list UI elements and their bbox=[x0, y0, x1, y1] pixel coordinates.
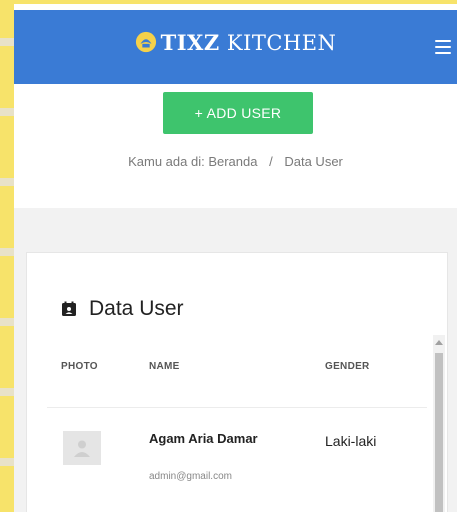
hamburger-menu-icon[interactable] bbox=[435, 40, 451, 54]
brand-rest: KITCHEN bbox=[219, 31, 337, 55]
top-navbar: TIXZ KITCHEN bbox=[14, 10, 457, 84]
data-user-card: Data User PHOTO NAME GENDER Agam Aria Da… bbox=[26, 252, 448, 512]
column-header-gender[interactable]: GENDER bbox=[325, 361, 370, 372]
column-header-name[interactable]: NAME bbox=[149, 361, 180, 372]
user-gender: Laki-laki bbox=[325, 433, 377, 449]
chef-logo-icon bbox=[135, 31, 156, 53]
add-user-button[interactable]: + ADD USER bbox=[163, 92, 313, 134]
user-silhouette-icon bbox=[74, 440, 90, 457]
user-email: admin@gmail.com bbox=[149, 471, 232, 482]
header-divider bbox=[47, 407, 427, 408]
user-name[interactable]: Agam Aria Damar bbox=[149, 431, 259, 446]
page-header: + ADD USER Kamu ada di: Beranda / Data U… bbox=[14, 84, 457, 208]
card-title: Data User bbox=[61, 297, 184, 321]
breadcrumb-home-link[interactable]: Beranda bbox=[208, 154, 257, 169]
calendar-user-icon bbox=[62, 301, 76, 316]
brand[interactable]: TIXZ KITCHEN bbox=[14, 30, 457, 55]
breadcrumb-separator: / bbox=[269, 154, 273, 169]
avatar bbox=[63, 431, 101, 465]
card-title-text: Data User bbox=[89, 297, 184, 320]
background-strip bbox=[0, 0, 14, 512]
breadcrumb: Kamu ada di: Beranda / Data User bbox=[14, 154, 457, 169]
app-page: TIXZ KITCHEN + ADD USER Kamu ada di: Ber… bbox=[14, 4, 457, 512]
breadcrumb-prefix: Kamu ada di: bbox=[128, 154, 205, 169]
breadcrumb-current: Data User bbox=[284, 154, 343, 169]
table-scrollbar[interactable] bbox=[433, 335, 445, 512]
column-header-photo[interactable]: PHOTO bbox=[61, 361, 98, 372]
brand-bold: TIXZ bbox=[160, 30, 220, 55]
scroll-thumb[interactable] bbox=[435, 353, 443, 512]
scroll-up-arrow-icon[interactable] bbox=[433, 335, 445, 349]
